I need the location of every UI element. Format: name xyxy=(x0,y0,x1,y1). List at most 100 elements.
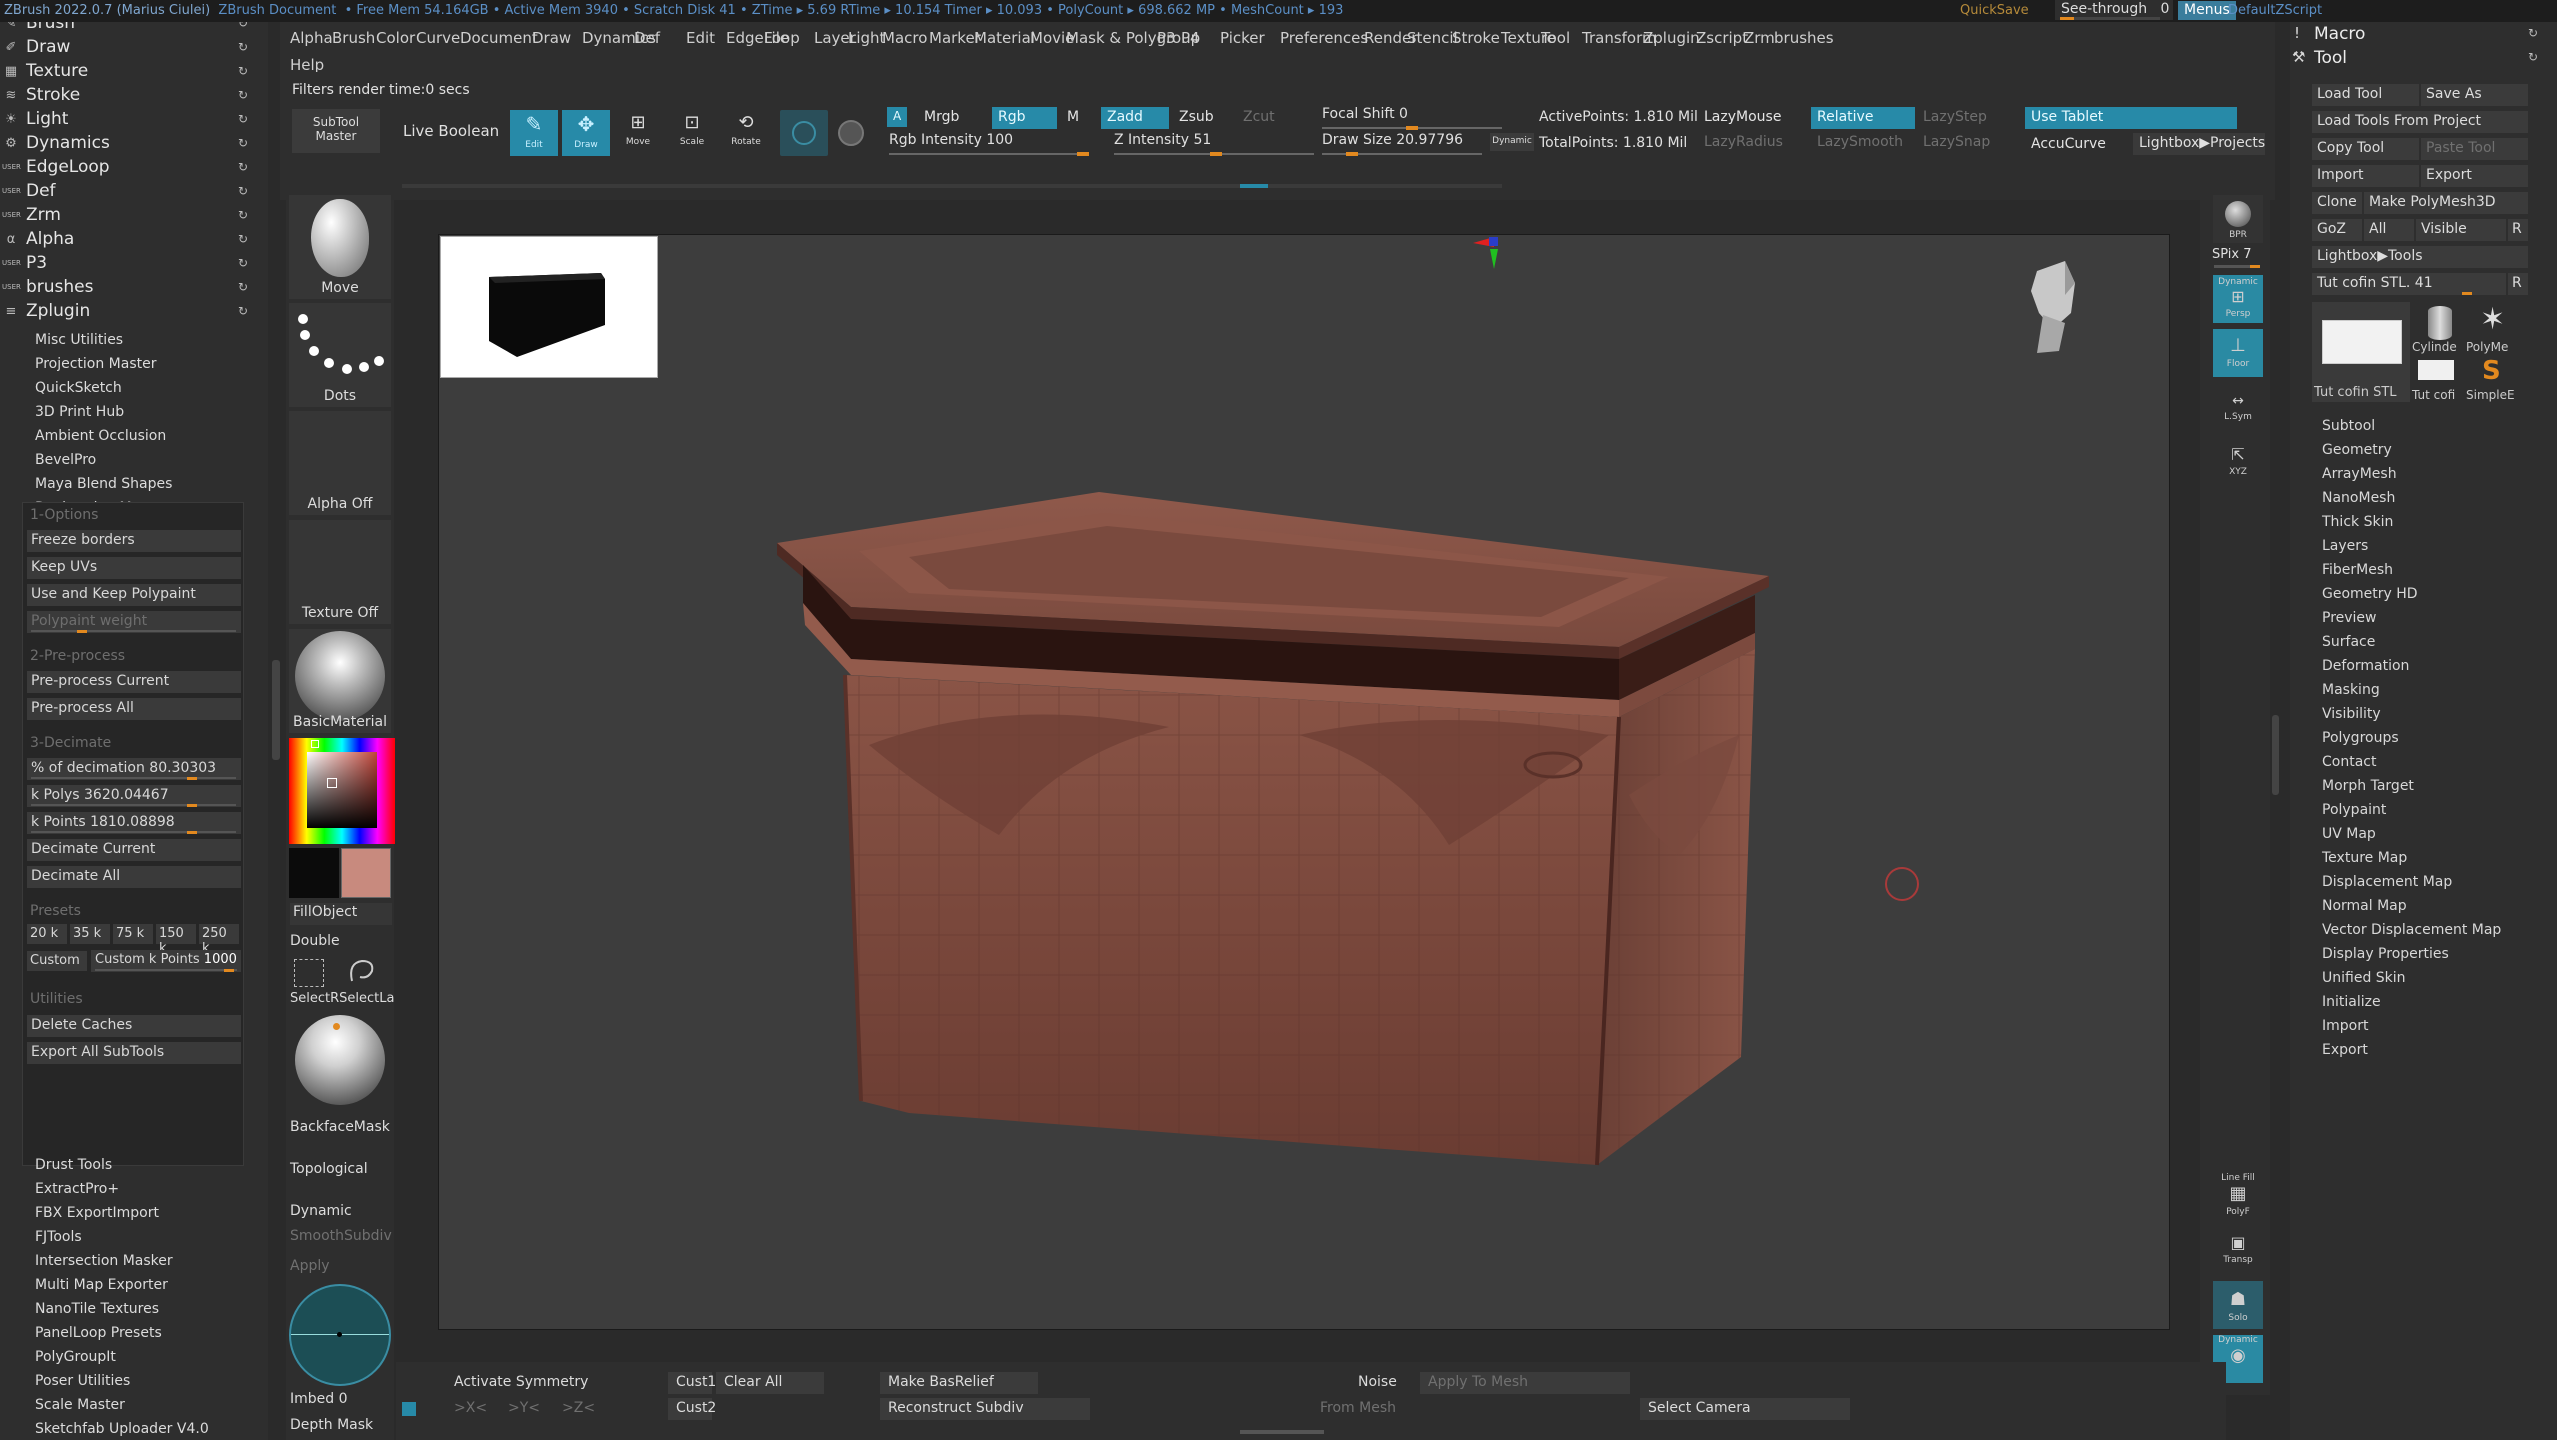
tool-palette-title[interactable]: Tool xyxy=(2314,48,2347,68)
color-picker[interactable] xyxy=(289,738,395,844)
subpalette-arraymesh[interactable]: ArrayMesh xyxy=(2322,466,2397,482)
tool-thumb-tut[interactable]: Tut cofi xyxy=(2412,356,2464,402)
apply-to-mesh-button[interactable]: Apply To Mesh xyxy=(1420,1372,1630,1394)
current-tool-r-button[interactable]: R xyxy=(2508,273,2528,295)
plugin-polygroupit[interactable]: PolyGroupIt xyxy=(35,1349,116,1371)
move-mode-button[interactable]: ⊞ Move xyxy=(614,110,662,156)
left-menu-brushes[interactable]: USER brushes ↻ xyxy=(0,276,260,300)
fill-object-button[interactable]: FillObject xyxy=(290,903,392,925)
preset-150k-button[interactable]: 150 k xyxy=(156,924,196,956)
left-menu-zplugin[interactable]: ≡ Zplugin ↻ xyxy=(0,300,260,324)
subpalette-subtool[interactable]: Subtool xyxy=(2322,418,2375,434)
dynamic-size-toggle[interactable]: Dynamic xyxy=(1490,133,1534,151)
subpalette-thick-skin[interactable]: Thick Skin xyxy=(2322,514,2393,530)
load-tool-button[interactable]: Load Tool xyxy=(2312,84,2419,106)
zadd-toggle[interactable]: Zadd xyxy=(1101,107,1169,129)
subpalette-deformation[interactable]: Deformation xyxy=(2322,658,2409,674)
menu-alpha[interactable]: Alpha xyxy=(290,29,333,47)
make-basrelief-button[interactable]: Make BasRelief xyxy=(880,1372,1038,1394)
menu-stroke[interactable]: Stroke xyxy=(1452,29,1500,47)
subpalette-display-properties[interactable]: Display Properties xyxy=(2322,946,2449,962)
lazyradius-slider[interactable]: LazyRadius xyxy=(1698,132,1789,154)
current-tool-slider[interactable]: Tut cofin STL. 41 xyxy=(2312,273,2506,295)
preset-250k-button[interactable]: 250 k xyxy=(199,924,239,956)
plugin-scale-master[interactable]: Scale Master xyxy=(35,1397,125,1419)
brush-selector[interactable]: Move xyxy=(289,195,391,299)
use-tablet-toggle[interactable]: Use Tablet xyxy=(2025,107,2237,129)
color-picker-cursor[interactable] xyxy=(327,778,337,788)
freeze-borders-toggle[interactable]: Freeze borders xyxy=(27,530,241,552)
keep-polypaint-toggle[interactable]: Use and Keep Polypaint xyxy=(27,584,241,606)
color-picker-square[interactable] xyxy=(307,752,377,828)
alpha-selector[interactable]: Alpha Off xyxy=(289,411,391,515)
cust1-button[interactable]: Cust1 xyxy=(668,1372,716,1394)
draw-size-slider[interactable]: Draw Size 20.97796 xyxy=(1322,132,1482,156)
plugin-quicksketch[interactable]: QuickSketch xyxy=(35,380,122,402)
noise-button[interactable]: Noise xyxy=(1350,1372,1405,1394)
refresh-icon[interactable]: ↻ xyxy=(238,160,248,174)
subpalette-visibility[interactable]: Visibility xyxy=(2322,706,2381,722)
plugin-intersection-masker[interactable]: Intersection Masker xyxy=(35,1253,173,1275)
refresh-icon[interactable]: ↻ xyxy=(238,136,248,150)
menu-macro[interactable]: Macro xyxy=(882,29,927,47)
secondary-color-swatch[interactable] xyxy=(289,848,339,898)
subpalette-polygroups[interactable]: Polygroups xyxy=(2322,730,2399,746)
coffin-model[interactable] xyxy=(439,235,2171,1331)
refresh-icon[interactable]: ↻ xyxy=(238,208,248,222)
symmetry-z-toggle[interactable]: >Z< xyxy=(554,1398,603,1420)
subpalette-vector-displacement-map[interactable]: Vector Displacement Map xyxy=(2322,922,2501,938)
scale-mode-button[interactable]: ⊡ Scale xyxy=(668,110,716,156)
left-menu-stroke[interactable]: ≋ Stroke ↻ xyxy=(0,84,260,108)
backface-mask-sphere[interactable] xyxy=(289,1015,391,1111)
activate-symmetry-button[interactable]: Activate Symmetry xyxy=(446,1372,596,1394)
draw-mode-button[interactable]: ✥ Draw xyxy=(562,110,610,156)
goz-r-button[interactable]: R xyxy=(2508,219,2528,241)
load-tools-from-project-button[interactable]: Load Tools From Project xyxy=(2312,111,2528,133)
topological-toggle[interactable]: Topological xyxy=(290,1161,368,1177)
left-menu-texture[interactable]: ▦ Texture ↻ xyxy=(0,60,260,84)
floor-button[interactable]: ⊥ Floor xyxy=(2213,329,2263,377)
menu-picker[interactable]: Picker xyxy=(1220,29,1265,47)
goz-all-button[interactable]: All xyxy=(2364,219,2414,241)
stroke-selector[interactable]: Dots xyxy=(289,303,391,407)
subpalette-export[interactable]: Export xyxy=(2322,1042,2368,1058)
relative-toggle[interactable]: Relative xyxy=(1811,107,1915,129)
subpalette-surface[interactable]: Surface xyxy=(2322,634,2375,650)
macro-palette-title[interactable]: Macro xyxy=(2314,24,2365,44)
plugin-nanotile-textures[interactable]: NanoTile Textures xyxy=(35,1301,159,1323)
decimate-all-button[interactable]: Decimate All xyxy=(27,866,241,888)
menu-zscript[interactable]: Zscript xyxy=(1696,29,1748,47)
refresh-icon[interactable]: ↻ xyxy=(238,304,248,318)
plugin-3d-print-hub[interactable]: 3D Print Hub xyxy=(35,404,124,426)
zsub-toggle[interactable]: Zsub xyxy=(1173,107,1220,129)
reconstruct-subdiv-button[interactable]: Reconstruct Subdiv xyxy=(880,1398,1090,1420)
menu-light[interactable]: Light xyxy=(848,29,885,47)
subpalette-morph-target[interactable]: Morph Target xyxy=(2322,778,2414,794)
save-as-button[interactable]: Save As xyxy=(2421,84,2528,106)
menu-color[interactable]: Color xyxy=(376,29,415,47)
right-tray-scrollbar[interactable] xyxy=(2272,715,2279,795)
menu-file[interactable]: File xyxy=(764,29,789,47)
menu-preferences[interactable]: Preferences xyxy=(1280,29,1368,47)
decimation-percent-slider[interactable]: % of decimation 80.30303 xyxy=(27,758,241,780)
preset-35k-button[interactable]: 35 k xyxy=(70,924,110,944)
left-menu-light[interactable]: ☀ Light ↻ xyxy=(0,108,260,132)
menu-zplugin[interactable]: Zplugin xyxy=(1643,29,1700,47)
a-toggle[interactable]: A xyxy=(887,107,908,127)
left-menu-edgeloop[interactable]: USER EdgeLoop ↻ xyxy=(0,156,260,180)
spix-slider[interactable]: SPix 7 xyxy=(2212,247,2252,262)
double-toggle[interactable]: Double xyxy=(290,933,340,949)
subtool-master-button[interactable]: SubTool Master xyxy=(292,109,380,153)
plugin-poser-utilities[interactable]: Poser Utilities xyxy=(35,1373,130,1395)
polyf-button[interactable]: Line Fill ▦ PolyF xyxy=(2213,1173,2263,1221)
subpalette-displacement-map[interactable]: Displacement Map xyxy=(2322,874,2452,890)
material-selector[interactable]: BasicMaterial xyxy=(289,629,391,733)
canvas-viewport[interactable] xyxy=(438,234,2170,1330)
left-menu-brush[interactable]: ✎ Brush ↻ xyxy=(0,22,260,36)
tool-thumb-polymesh[interactable]: ✶ PolyMe xyxy=(2466,302,2528,354)
symmetry-x-toggle[interactable]: >X< xyxy=(446,1398,495,1420)
clone-button[interactable]: Clone xyxy=(2312,192,2362,214)
default-zscript-button[interactable]: DefaultZScript xyxy=(2228,3,2322,18)
menu-draw[interactable]: Draw xyxy=(532,29,571,47)
preset-75k-button[interactable]: 75 k xyxy=(113,924,153,944)
